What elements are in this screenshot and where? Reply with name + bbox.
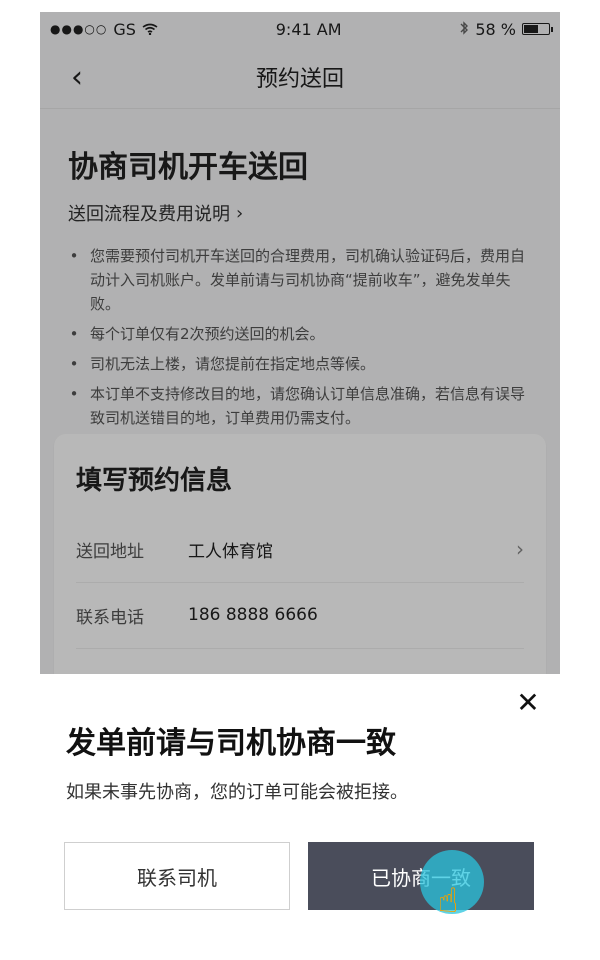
sheet-description: 如果未事先协商，您的订单可能会被拒接。: [66, 782, 408, 803]
close-icon: ✕: [516, 685, 540, 719]
contact-driver-label: 联系司机: [137, 865, 217, 890]
screen: ●●●○○ GS 9:41 AM 58 % ‹ 预约送回 协商司机开车送回 送回…: [40, 12, 560, 938]
close-button[interactable]: ✕: [512, 685, 544, 719]
confirmation-sheet: ✕ 发单前请与司机协商一致 如果未事先协商，您的订单可能会被拒接。 联系司机 已…: [40, 674, 560, 938]
sheet-title: 发单前请与司机协商一致: [66, 726, 396, 761]
hand-pointer-icon: ☝: [437, 881, 459, 921]
phone-frame: ●●●○○ GS 9:41 AM 58 % ‹ 预约送回 协商司机开车送回 送回…: [40, 12, 560, 938]
contact-driver-button[interactable]: 联系司机: [64, 842, 290, 910]
